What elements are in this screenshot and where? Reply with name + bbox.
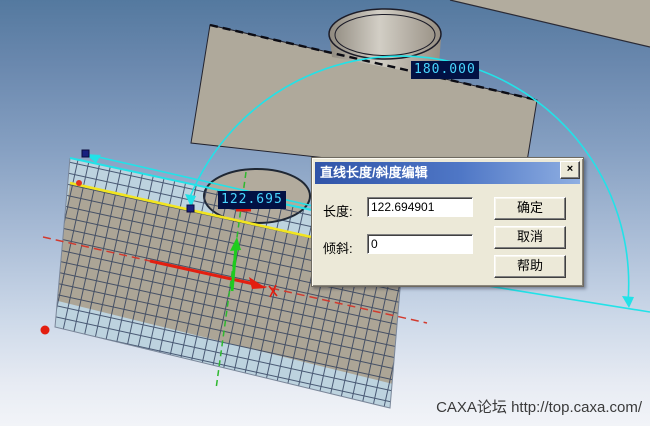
dialog-title-text: 直线长度/斜度编辑	[320, 165, 428, 180]
endpoint-handle-1[interactable]	[81, 149, 90, 158]
line-edit-dialog: 直线长度/斜度编辑 × 长度: 倾斜: 确定 取消 帮助	[311, 157, 584, 287]
cylinder-top-face[interactable]	[328, 8, 442, 60]
close-icon[interactable]: ×	[560, 161, 580, 179]
grid-corner-point[interactable]	[40, 325, 50, 335]
help-button[interactable]: 帮助	[494, 255, 566, 278]
endpoint-handle-2[interactable]	[186, 204, 195, 213]
length-field-label: 长度:	[323, 204, 353, 219]
arc-arrowhead-right	[622, 296, 634, 308]
angle-dimension-label[interactable]: 180.000	[411, 61, 479, 79]
caxa-3d-viewport: 122.695 180.000 直线长度/斜度编辑 × 长度: 倾斜: 确定 取…	[0, 0, 650, 426]
slope-input[interactable]	[367, 234, 473, 254]
forum-watermark: CAXA论坛 http://top.caxa.com/	[436, 399, 642, 416]
ok-button[interactable]: 确定	[494, 197, 566, 220]
line-start-point[interactable]	[76, 180, 82, 186]
cancel-button[interactable]: 取消	[494, 226, 566, 249]
slope-field-label: 倾斜:	[323, 241, 353, 256]
length-input[interactable]	[367, 197, 473, 217]
dialog-titlebar[interactable]: 直线长度/斜度编辑	[315, 162, 580, 184]
length-dimension-label[interactable]: 122.695	[218, 191, 286, 209]
